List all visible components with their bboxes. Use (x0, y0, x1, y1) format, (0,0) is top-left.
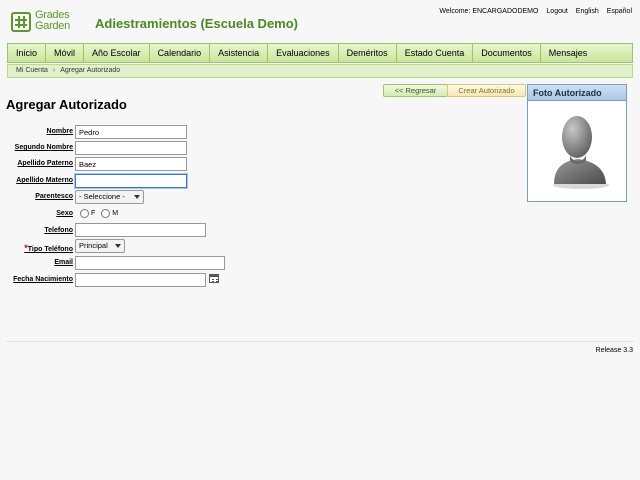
tipo-telefono-label-text: Tipo Teléfono (27, 246, 73, 253)
breadcrumb-current: Agregar Autorizado (60, 67, 121, 74)
apellido-materno-label: Apellido Materno (16, 177, 73, 184)
calendar-icon[interactable] (209, 274, 219, 283)
parentesco-value: - Seleccione - (79, 192, 125, 201)
menu-item-estado-cuenta[interactable]: Estado Cuenta (397, 44, 474, 62)
chevron-down-icon (115, 244, 121, 248)
photo-panel-title: Foto Autorizado (528, 85, 626, 101)
sexo-f-label: F (91, 210, 96, 217)
espanol-link[interactable]: Español (607, 8, 632, 15)
photo-panel: Foto Autorizado (527, 84, 627, 202)
breadcrumb: Mi Cuenta › Agregar Autorizado (7, 64, 633, 78)
menu-item-asistencia[interactable]: Asistencia (210, 44, 269, 62)
menu-item-evaluaciones[interactable]: Evaluaciones (268, 44, 339, 62)
apellido-paterno-field[interactable] (75, 157, 187, 171)
menu-item-ano-escolar[interactable]: Año Escolar (84, 44, 150, 62)
telefono-label: Telefono (44, 227, 73, 234)
top-nav: Welcome: ENCARGADODEMO Logout English Es… (433, 8, 632, 15)
apellido-materno-field[interactable] (75, 174, 187, 188)
english-link[interactable]: English (576, 8, 599, 15)
tipo-telefono-select[interactable]: Principal (75, 239, 125, 253)
breadcrumb-mi-cuenta[interactable]: Mi Cuenta (16, 67, 48, 74)
breadcrumb-separator: › (52, 67, 56, 74)
sexo-m-label: M (112, 210, 119, 217)
release-version: Release 3.3 (595, 347, 633, 354)
logo-text-garden: Garden (35, 20, 70, 32)
menu-item-movil[interactable]: Móvil (46, 44, 85, 62)
nombre-field[interactable] (75, 125, 187, 139)
main-menu: Inicio Móvil Año Escolar Calendario Asis… (7, 43, 633, 63)
fecha-nacimiento-field[interactable] (75, 273, 206, 287)
back-button[interactable]: << Regresar (383, 84, 448, 97)
tipo-telefono-label: *Tipo Teléfono (24, 243, 73, 253)
welcome-text: Welcome: ENCARGADODEMO (439, 8, 539, 15)
avatar-placeholder-icon[interactable] (548, 109, 610, 189)
apellido-paterno-label: Apellido Paterno (17, 160, 73, 167)
fecha-nacimiento-label: Fecha Nacimiento (13, 276, 73, 283)
email-label: Email (54, 259, 73, 266)
menu-item-mensajes[interactable]: Mensajes (541, 44, 596, 62)
parentesco-label: Parentesco (35, 193, 73, 200)
chevron-down-icon (134, 195, 140, 199)
sexo-f-radio[interactable] (80, 209, 89, 218)
logo-grid-icon (11, 12, 31, 32)
create-authorized-button[interactable]: Crear Autorizado (447, 84, 526, 97)
sexo-radio-group: F M (80, 209, 124, 218)
segundo-nombre-label: Segundo Nombre (14, 144, 73, 151)
menu-item-inicio[interactable]: Inicio (8, 44, 47, 62)
tipo-telefono-value: Principal (79, 241, 108, 250)
nombre-label: Nombre (46, 128, 73, 135)
menu-item-documentos[interactable]: Documentos (473, 44, 541, 62)
menu-item-demeritos[interactable]: Deméritos (339, 44, 397, 62)
email-field[interactable] (75, 256, 225, 270)
footer-divider (6, 341, 634, 342)
sexo-m-radio[interactable] (101, 209, 111, 218)
logout-link[interactable]: Logout (546, 8, 567, 15)
menu-item-calendario[interactable]: Calendario (150, 44, 211, 62)
segundo-nombre-field[interactable] (75, 141, 187, 155)
grades-garden-logo: Grades Garden (11, 10, 81, 33)
sexo-label: Sexo (56, 210, 73, 217)
parentesco-select[interactable]: - Seleccione - (75, 190, 144, 204)
app-title: Adiestramientos (Escuela Demo) (95, 16, 299, 31)
telefono-field[interactable] (75, 223, 206, 237)
page-title: Agregar Autorizado (6, 97, 127, 112)
